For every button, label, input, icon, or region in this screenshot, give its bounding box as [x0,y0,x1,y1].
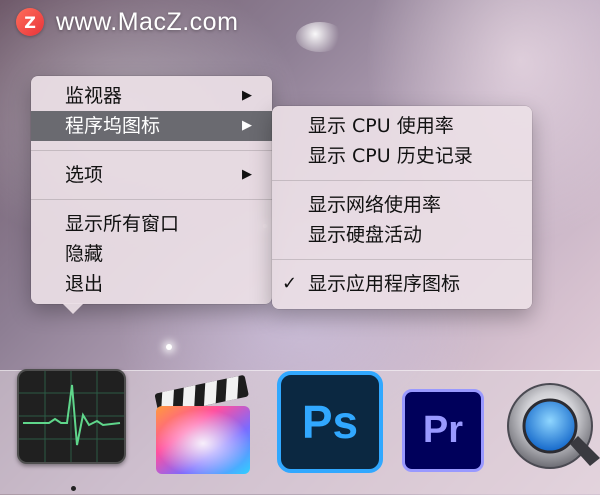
wallpaper-water-drop [296,22,344,52]
final-cut-pro-icon[interactable] [148,366,258,478]
macz-logo-icon: Z [16,8,44,36]
menu-separator [272,180,532,181]
wallpaper-sparkle [166,344,172,350]
submenu-item-show-disk-activity[interactable]: 显示硬盘活动 [272,220,532,250]
watermark-text: www.MacZ.com [56,7,239,36]
activity-monitor-icon[interactable] [17,369,126,464]
heartbeat-graph-icon [19,371,124,462]
menu-item-dock-icon[interactable]: 程序坞图标 ▶ [31,111,272,141]
running-indicator [71,486,76,491]
menu-item-monitor[interactable]: 监视器 ▶ [31,81,272,111]
submenu-item-show-app-icon[interactable]: ✓ 显示应用程序图标 [272,269,532,299]
menu-pointer-tail [62,303,84,314]
menu-separator [31,150,272,151]
menu-item-quit[interactable]: 退出 [31,269,272,299]
submenu-item-show-network-usage[interactable]: 显示网络使用率 [272,190,532,220]
menu-item-show-all-windows[interactable]: 显示所有窗口 [31,209,272,239]
dock-context-menu: 监视器 ▶ 程序坞图标 ▶ 选项 ▶ 显示所有窗口 隐藏 退出 [31,76,272,304]
menu-item-options[interactable]: 选项 ▶ [31,160,272,190]
quicktime-icon[interactable] [504,374,600,478]
menu-separator [272,259,532,260]
submenu-arrow-icon: ▶ [242,88,252,103]
photoshop-icon[interactable]: Ps [277,371,383,473]
submenu-arrow-icon: ▶ [242,118,252,133]
macz-watermark: Z www.MacZ.com [16,6,238,38]
premiere-pro-icon[interactable]: Pr [402,389,484,472]
menu-separator [31,199,272,200]
checkmark-icon: ✓ [282,273,298,294]
menu-item-hide[interactable]: 隐藏 [31,239,272,269]
submenu-arrow-icon: ▶ [242,167,252,182]
dock-icon-submenu: 显示 CPU 使用率 显示 CPU 历史记录 显示网络使用率 显示硬盘活动 ✓ … [272,106,532,309]
submenu-item-show-cpu-usage[interactable]: 显示 CPU 使用率 [272,111,532,141]
submenu-item-show-cpu-history[interactable]: 显示 CPU 历史记录 [272,141,532,171]
